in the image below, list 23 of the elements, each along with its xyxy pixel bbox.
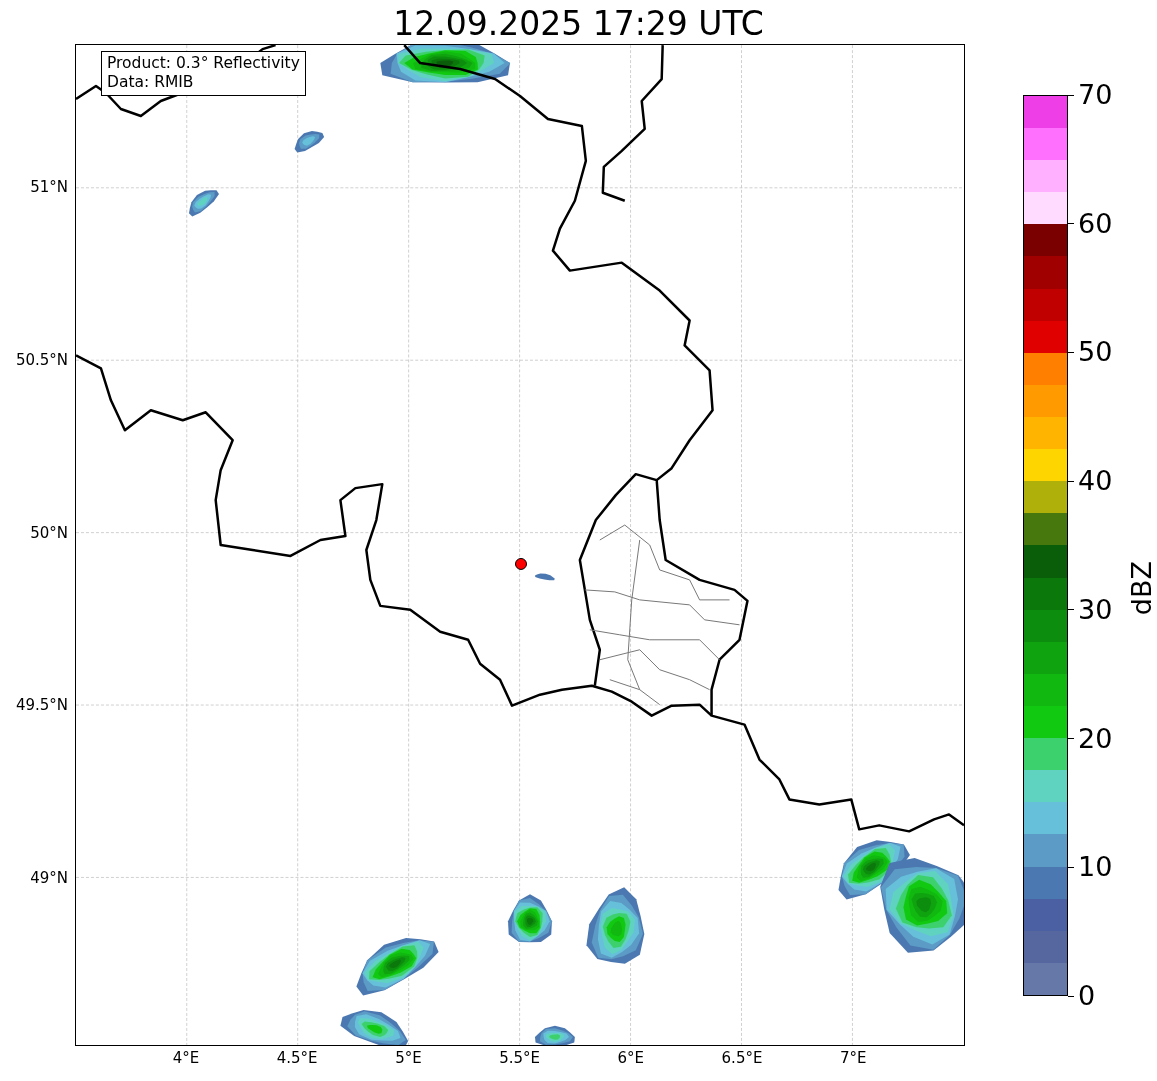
latitude-label: 50°N — [30, 523, 68, 542]
legend-text: Data: RMIB — [107, 73, 195, 92]
latitude-label: 49.5°N — [15, 696, 68, 715]
radar-echo — [340, 1009, 409, 1045]
longitude-label: 5°E — [395, 1049, 422, 1067]
latitude-label: 51°N — [30, 178, 68, 196]
radar-echo — [535, 573, 555, 581]
longitude-label: 5.5°E — [499, 1049, 540, 1067]
radar-echo — [508, 894, 552, 943]
radar-site-marker — [515, 557, 527, 570]
longitude-label: 6°E — [617, 1049, 645, 1067]
radar-echo — [294, 130, 325, 153]
chart-title: 12.09.2025 17:29 UTC — [393, 4, 764, 44]
latitude-label: 50.5°N — [15, 350, 68, 369]
longitude-label: 4°E — [172, 1049, 200, 1067]
radar-echo — [188, 190, 219, 217]
colorbar-label: dBZ — [1126, 560, 1157, 616]
radar-echo — [534, 1025, 575, 1045]
longitude-label: 4.5°E — [276, 1049, 318, 1067]
longitude-label: 6.5°E — [721, 1049, 763, 1067]
latitude-label: 49°N — [30, 869, 68, 888]
legend-text: Product: 0.3° Reflectivity — [107, 54, 300, 73]
longitude-label: 7°E — [839, 1049, 867, 1067]
